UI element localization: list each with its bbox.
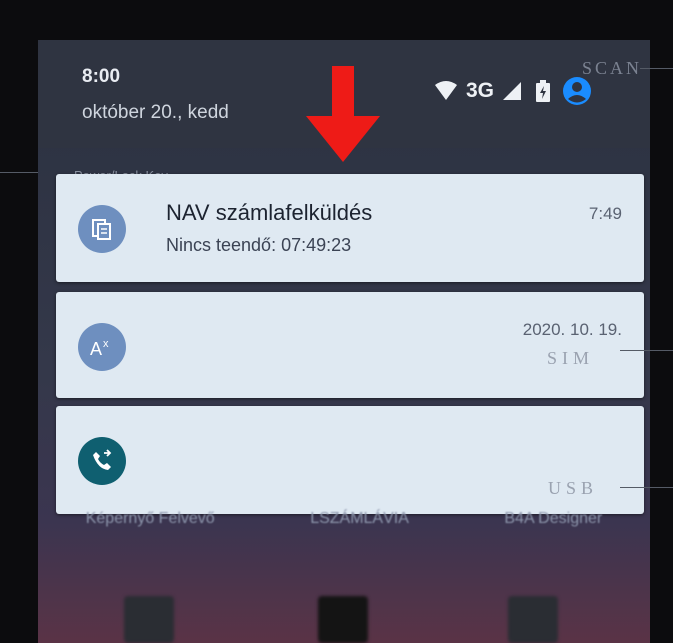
notification-time: 7:49	[588, 204, 622, 223]
sim-slot-label: SIM	[546, 348, 594, 368]
clock: 8:00	[82, 66, 121, 87]
notification-app-icon: A x	[78, 323, 126, 371]
dock-app-icon[interactable]	[318, 596, 368, 643]
translate-icon: A x	[90, 338, 109, 359]
home-app-label[interactable]: Képernyő Felvevő	[86, 510, 215, 528]
status-icons: 3G	[434, 76, 592, 106]
network-type: 3G	[466, 79, 495, 102]
document-icon	[92, 219, 111, 240]
home-app-label[interactable]: LSZÁMLÁVIA	[310, 510, 409, 528]
notification-text: Nincs teendő: 07:49:23	[166, 235, 352, 255]
scan-key-label: SCAN	[581, 58, 642, 78]
wifi-icon	[435, 81, 457, 100]
power-leader-line	[0, 172, 38, 173]
notification-app-icon	[78, 437, 126, 485]
notification-nav[interactable]: NAV számlafelküldés 7:49 Nincs teendő: 0…	[56, 174, 644, 282]
scan-leader-line	[640, 68, 673, 69]
account-icon[interactable]	[562, 76, 592, 106]
battery-icon	[536, 80, 551, 102]
red-arrow-annotation	[306, 66, 380, 162]
signal-icon	[503, 82, 522, 100]
sim-leader-line	[620, 350, 673, 351]
phone-forward-icon	[93, 449, 112, 470]
notification-blurred-1[interactable]: A x 2020. 10. 19. SIM	[56, 292, 644, 398]
svg-text:A: A	[90, 339, 102, 359]
usb-port-label: USB	[547, 478, 598, 498]
notification-app-icon	[78, 205, 126, 253]
home-app-labels: Képernyő Felvevő LSZÁMLÁVIA B4A Designer	[38, 510, 650, 528]
phone-screen: 8:00 október 20., kedd 3G SCAN Power/Loc	[38, 40, 650, 643]
usb-leader-line	[620, 487, 673, 488]
notification-blurred-2[interactable]: USB	[56, 406, 644, 514]
notification-title: NAV számlafelküldés	[166, 200, 373, 225]
svg-text:x: x	[103, 338, 109, 350]
home-app-label[interactable]: B4A Designer	[504, 510, 602, 528]
notification-time: 2020. 10. 19.	[522, 320, 622, 339]
date-label: október 20., kedd	[82, 102, 229, 123]
dock-app-icon[interactable]	[508, 596, 558, 643]
dock-app-icon[interactable]	[124, 596, 174, 643]
